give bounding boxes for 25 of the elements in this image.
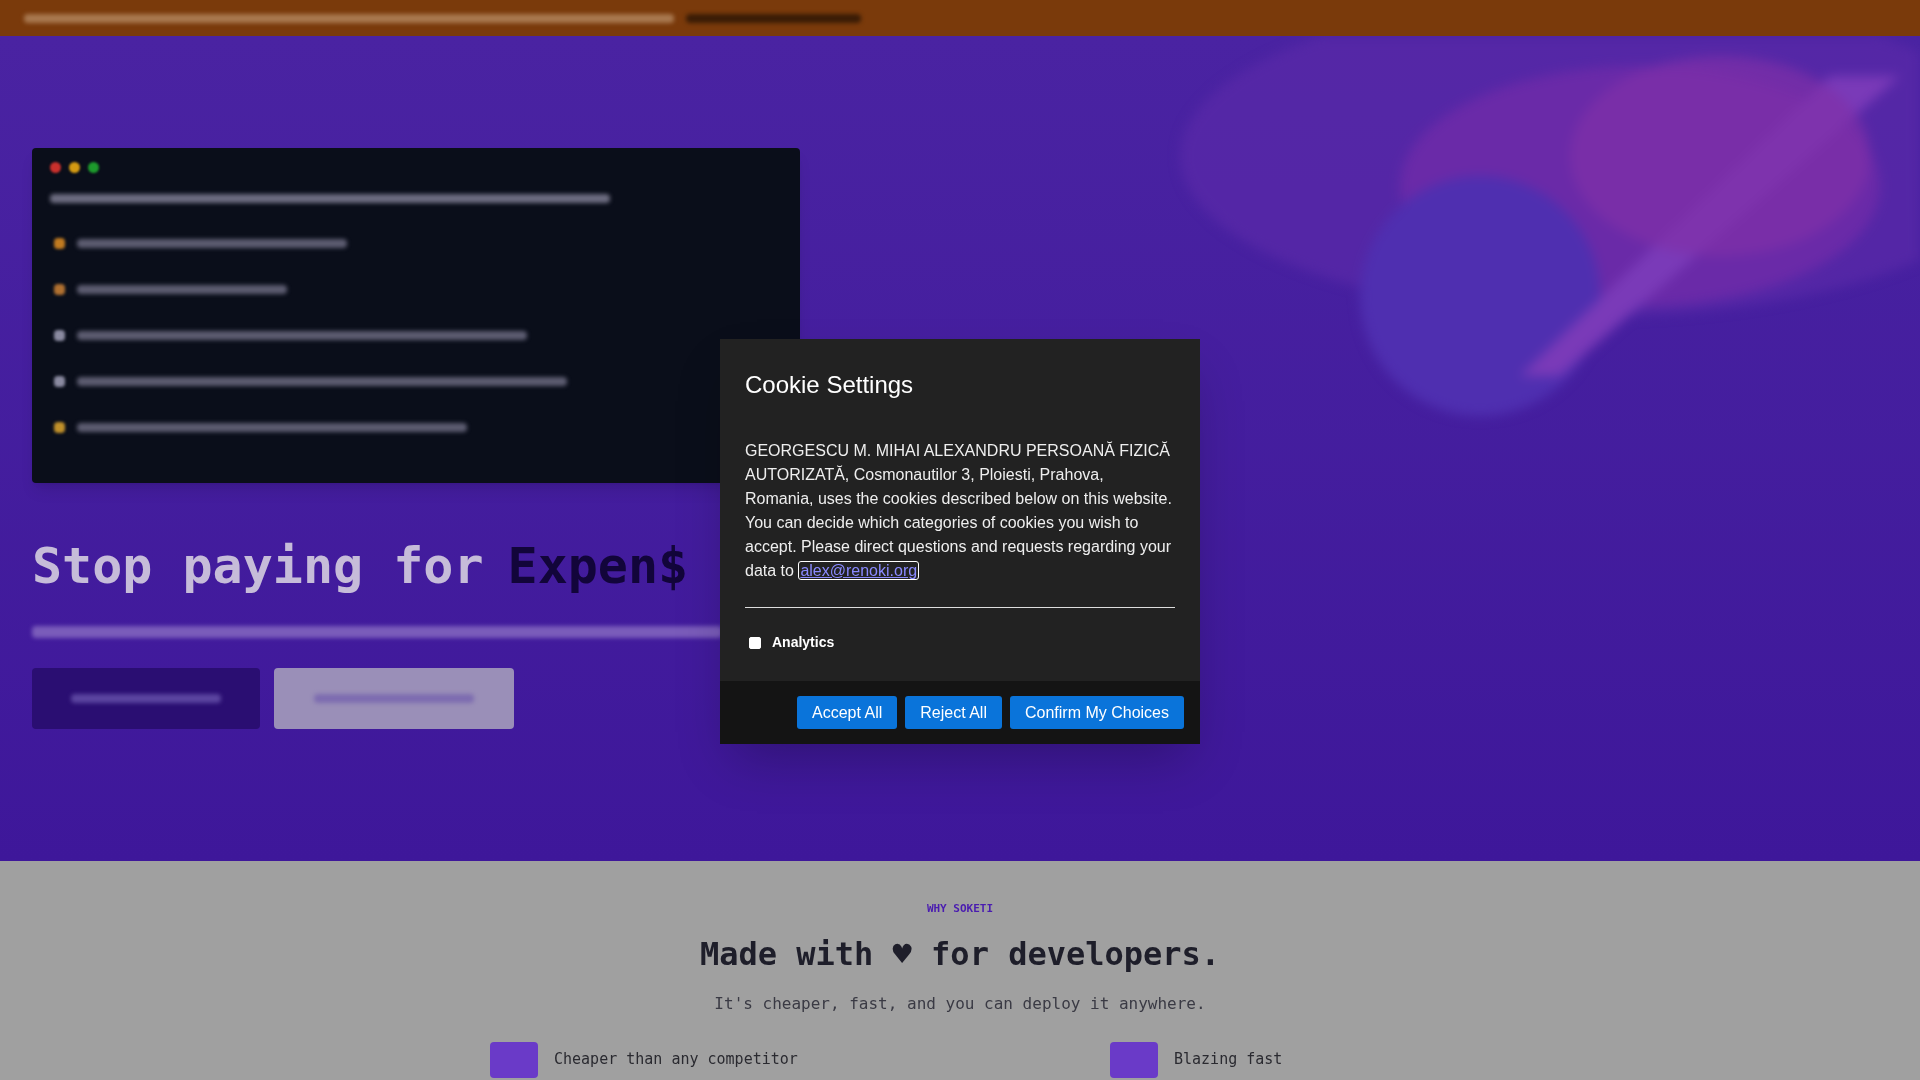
feature-icon: [490, 1041, 538, 1078]
dialog-title: Cookie Settings: [745, 370, 915, 400]
feature-icon: [1110, 1041, 1158, 1078]
section-subtitle: It's cheaper, fast, and you can deploy it anywhere.: [714, 992, 1206, 1015]
blurred-status-icon: [54, 422, 65, 433]
feature-title: Blazing fast: [1174, 1049, 1283, 1071]
hero-button[interactable]: [32, 668, 260, 729]
blurred-register-link[interactable]: [686, 13, 861, 23]
analytics-checkbox[interactable]: [749, 636, 761, 649]
hero-highlight: Expen$: [507, 536, 689, 597]
feature-title: Cheaper than any competitor: [554, 1049, 798, 1071]
blurred-status-icon: [54, 376, 65, 387]
dialog-description: GEORGESCU M. MIHAI ALEXANDRU PERSOANĂ FIZICĂ AUTORIZATĂ, Cosmonautilor 3, Ploiesti, Prahova, Romania, uses the cookies described below on this website. You can decide which categories of cookies you wish to accept. Please direct questions and requests regarding your data to alex@renoki.org: [745, 440, 1173, 582]
section-title: Made with ♥ for developers.: [699, 933, 1221, 975]
hero-title: Stop paying for: [32, 536, 484, 597]
blurred-status-icon: [54, 284, 65, 295]
blurred-status-icon: [54, 238, 65, 249]
email-link[interactable]: alex@renoki.org: [798, 561, 920, 580]
section-eyebrow: WHY SOKETI: [926, 901, 994, 917]
dialog-button[interactable]: Confirm My Choices: [1009, 696, 1184, 729]
category-label: Analytics: [772, 633, 835, 652]
dialog-button[interactable]: Accept All: [797, 696, 898, 729]
blurred-status-icon: [54, 330, 65, 341]
hero-button[interactable]: [274, 668, 514, 729]
dialog-button[interactable]: Reject All: [905, 696, 1002, 729]
